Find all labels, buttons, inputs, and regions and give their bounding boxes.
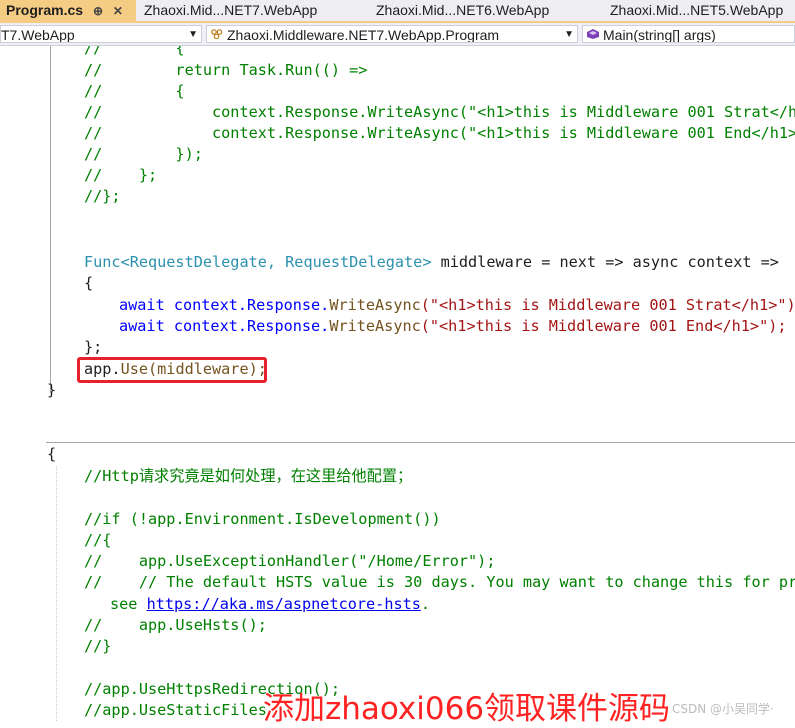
type-dropdown[interactable]: Zhaoxi.Middleware.NET7.WebApp.Program ▼ xyxy=(206,25,578,43)
project-dropdown[interactable]: T7.WebApp ▼ xyxy=(0,25,202,43)
pin-icon[interactable]: ⊕ xyxy=(93,1,103,21)
code-line: } xyxy=(47,381,57,399)
author-credit: CSDN @小吴同学· xyxy=(672,702,774,716)
string-token: ("<h1>this is Middleware 001 End</h1>"); xyxy=(420,317,787,335)
code-line: //app.UseStaticFiles xyxy=(84,701,267,719)
red-highlight-box xyxy=(77,357,267,383)
code-editor[interactable]: // { // return Task.Run(() => // { // co… xyxy=(0,46,795,721)
code-line: { xyxy=(47,445,57,463)
code-line: // return Task.Run(() => xyxy=(84,61,368,79)
indent-guide xyxy=(56,466,57,721)
code-line: await context.Response.WriteAsync("<h1>t… xyxy=(119,295,795,316)
method-token: WriteAsync xyxy=(329,317,421,335)
hsts-link[interactable]: https://aka.ms/aspnetcore-hsts xyxy=(147,595,421,613)
tab-net6-webapp[interactable]: Zhaoxi.Mid...NET6.WebApp xyxy=(376,0,596,21)
comment-token: see xyxy=(110,595,147,613)
tab-program-cs[interactable]: Program.cs ⊕ ✕ xyxy=(0,0,136,21)
code-line: // app.UseHsts(); xyxy=(84,616,267,634)
tab-net7-webapp[interactable]: Zhaoxi.Mid...NET7.WebApp xyxy=(144,0,364,21)
tab-label: Zhaoxi.Mid...NET7.WebApp xyxy=(144,2,318,18)
chevron-down-icon[interactable]: ▼ xyxy=(188,26,198,42)
string-token: ("<h1>this is Middleware 001 Strat</h1>"… xyxy=(420,296,795,314)
code-line: { xyxy=(84,274,94,292)
tab-label: Program.cs xyxy=(6,2,84,18)
fold-separator xyxy=(46,442,795,443)
code-line: await context.Response.WriteAsync("<h1>t… xyxy=(119,316,787,337)
code-line: see https://aka.ms/aspnetcore-hsts. xyxy=(110,594,430,615)
code-token: middleware = next => async context => xyxy=(440,253,779,271)
code-line: //} xyxy=(84,637,112,655)
tab-net5-webapp[interactable]: Zhaoxi.Mid...NET5.WebApp xyxy=(610,0,795,21)
member-dropdown[interactable]: Main(string[] args) xyxy=(582,25,795,43)
code-line: }; xyxy=(84,338,103,356)
method-icon xyxy=(587,29,599,39)
keyword-token: await context.Response. xyxy=(119,296,330,314)
code-line: //if (!app.Environment.IsDevelopment()) xyxy=(84,510,441,528)
code-line: // app.UseExceptionHandler("/Home/Error"… xyxy=(84,552,496,570)
chevron-down-icon[interactable]: ▼ xyxy=(564,26,574,42)
code-line: // }); xyxy=(84,145,203,163)
code-line: //Http请求究竟是如何处理，在这里给他配置； xyxy=(84,467,413,485)
tab-label: Zhaoxi.Mid...NET6.WebApp xyxy=(376,2,550,18)
code-line: // // The default HSTS value is 30 days.… xyxy=(84,573,795,591)
code-line-func-declaration: Func<RequestDelegate, RequestDelegate> m… xyxy=(84,252,779,273)
code-line: // { xyxy=(84,82,185,100)
tab-label: Zhaoxi.Mid...NET5.WebApp xyxy=(610,2,784,18)
method-token: WriteAsync xyxy=(329,296,421,314)
project-name: T7.WebApp xyxy=(1,27,75,43)
code-line: // context.Response.WriteAsync("<h1>this… xyxy=(84,103,795,121)
member-name: Main(string[] args) xyxy=(603,27,716,43)
type-name: Zhaoxi.Middleware.NET7.WebApp.Program xyxy=(227,27,500,43)
fold-region-line xyxy=(50,46,51,393)
type-token: Func<RequestDelegate, RequestDelegate> xyxy=(84,253,441,271)
keyword-token: await context.Response. xyxy=(119,317,330,335)
code-line: //{ xyxy=(84,531,112,549)
close-icon[interactable]: ✕ xyxy=(113,1,123,21)
code-line: //}; xyxy=(84,187,121,205)
document-tab-bar: Program.cs ⊕ ✕ Zhaoxi.Mid...NET7.WebApp … xyxy=(0,0,795,23)
navigation-bar: T7.WebApp ▼ Zhaoxi.Middleware.NET7.WebAp… xyxy=(0,23,795,46)
promo-watermark: 添加zhaoxi066领取课件源码 xyxy=(263,691,671,727)
code-line: // { xyxy=(84,46,185,57)
comment-token: . xyxy=(420,595,431,613)
class-icon xyxy=(211,29,223,39)
code-line: // context.Response.WriteAsync("<h1>this… xyxy=(84,124,795,142)
code-line: // }; xyxy=(84,166,158,184)
